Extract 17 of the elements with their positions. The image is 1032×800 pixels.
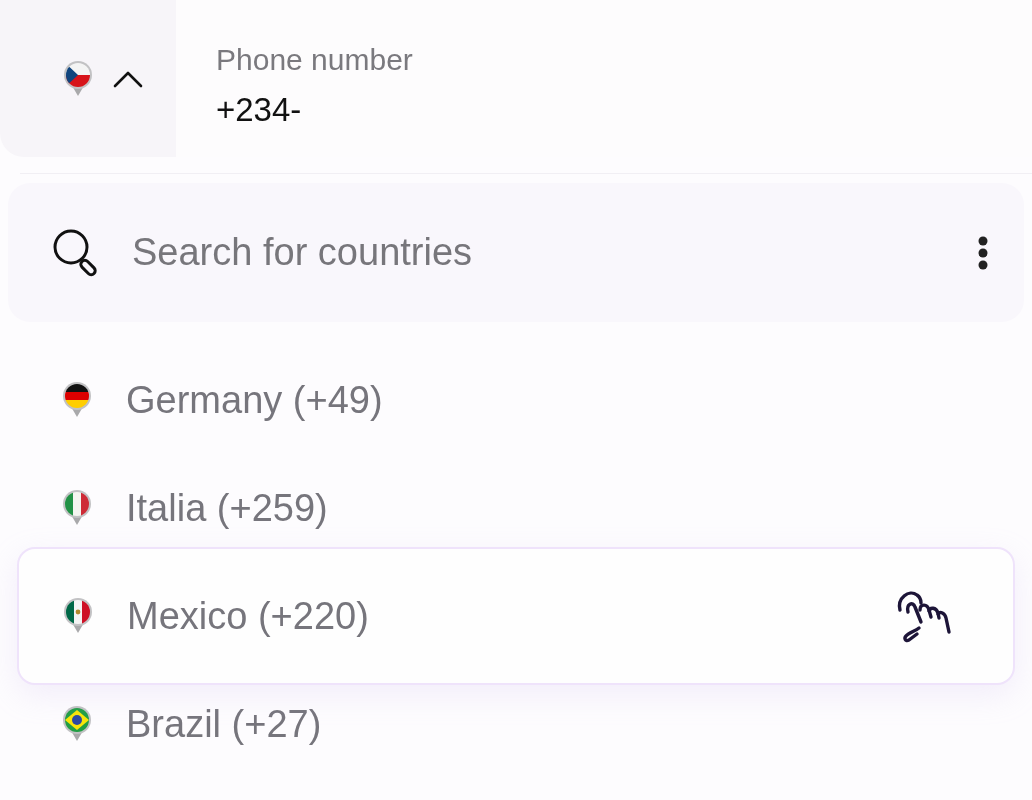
brazilian-flag-icon xyxy=(62,706,92,742)
more-options-button[interactable] xyxy=(978,235,988,270)
hand-pointer-icon xyxy=(895,588,953,644)
mexican-flag-icon xyxy=(63,598,93,634)
search-input[interactable]: Search for countries xyxy=(132,227,948,278)
italian-flag-icon xyxy=(62,490,92,526)
field-label: Phone number xyxy=(216,41,413,78)
german-flag-icon xyxy=(62,382,92,418)
czech-flag-icon xyxy=(63,60,93,97)
chevron-up-icon xyxy=(113,69,143,88)
country-option[interactable]: Brazil (+27) xyxy=(0,694,1032,754)
country-option[interactable]: Mexico (+220) xyxy=(17,547,1015,685)
search-field[interactable]: Search for countries xyxy=(8,183,1024,322)
country-option[interactable]: Italia (+259) xyxy=(0,478,1032,538)
more-options-icon xyxy=(978,235,988,270)
phone-input[interactable]: +234- xyxy=(216,89,616,130)
country-option[interactable]: Germany (+49) xyxy=(0,370,1032,430)
